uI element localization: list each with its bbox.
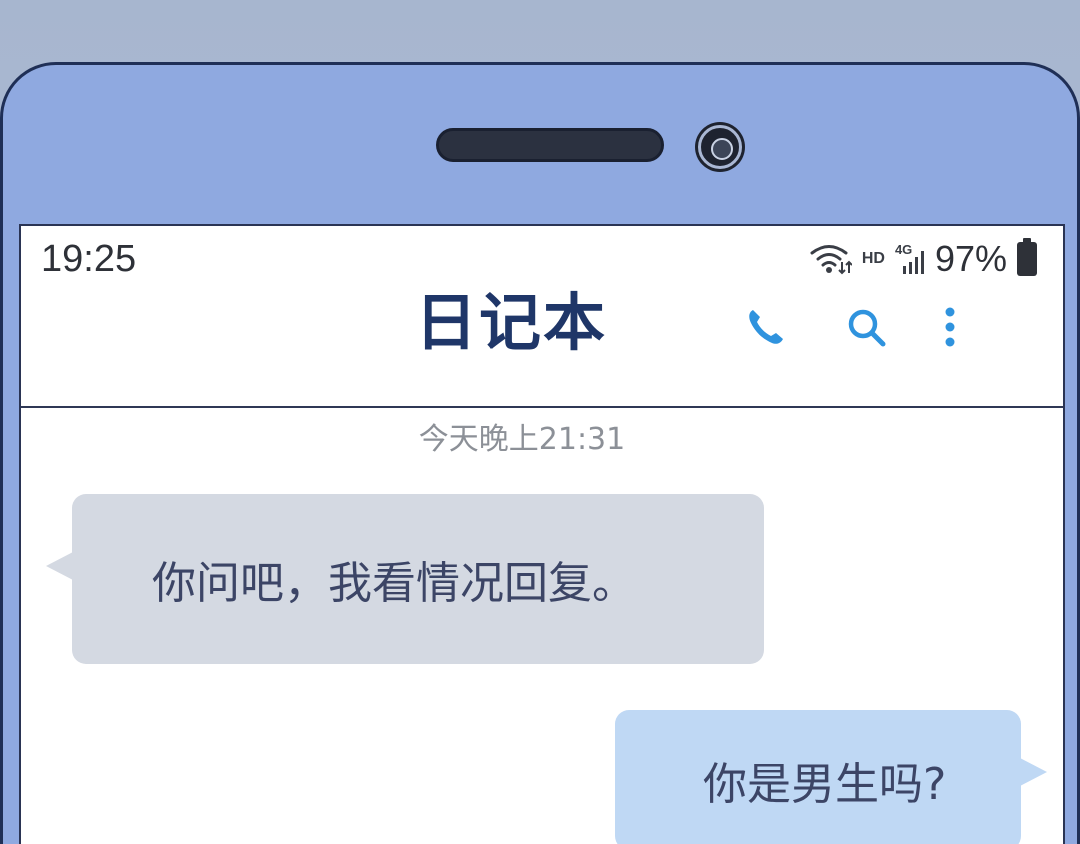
outgoing-message-text: 你是男生吗? bbox=[703, 759, 947, 810]
header-divider bbox=[21, 406, 1063, 408]
earpiece-speaker bbox=[436, 128, 664, 162]
status-time: 19:25 bbox=[41, 238, 137, 280]
hd-badge: HD bbox=[861, 250, 885, 267]
signal-bars-icon bbox=[902, 251, 924, 274]
phone-screen: 19:25 HD 4G 97% 日记本 今天晚上21:31 你问吧，我看情况回复… bbox=[19, 224, 1065, 844]
front-camera bbox=[698, 125, 742, 169]
more-vertical-icon[interactable] bbox=[927, 304, 973, 350]
message-timestamp: 今天晚上21:31 bbox=[418, 422, 626, 457]
signal-4g: 4G bbox=[895, 242, 925, 276]
phone-icon[interactable] bbox=[743, 304, 789, 350]
incoming-message-bubble[interactable]: 你问吧，我看情况回复。 bbox=[46, 494, 764, 664]
battery-percent: 97% bbox=[934, 238, 1007, 279]
chat-title: 日记本 bbox=[414, 286, 607, 359]
header-actions bbox=[743, 304, 973, 350]
outgoing-message-bubble[interactable]: 你是男生吗? bbox=[615, 710, 1047, 844]
battery-icon bbox=[1017, 238, 1037, 276]
status-icons: HD 4G 97% bbox=[810, 238, 1037, 280]
wifi-icon bbox=[810, 245, 852, 275]
incoming-message-text: 你问吧，我看情况回复。 bbox=[152, 558, 636, 609]
search-icon[interactable] bbox=[843, 304, 889, 350]
